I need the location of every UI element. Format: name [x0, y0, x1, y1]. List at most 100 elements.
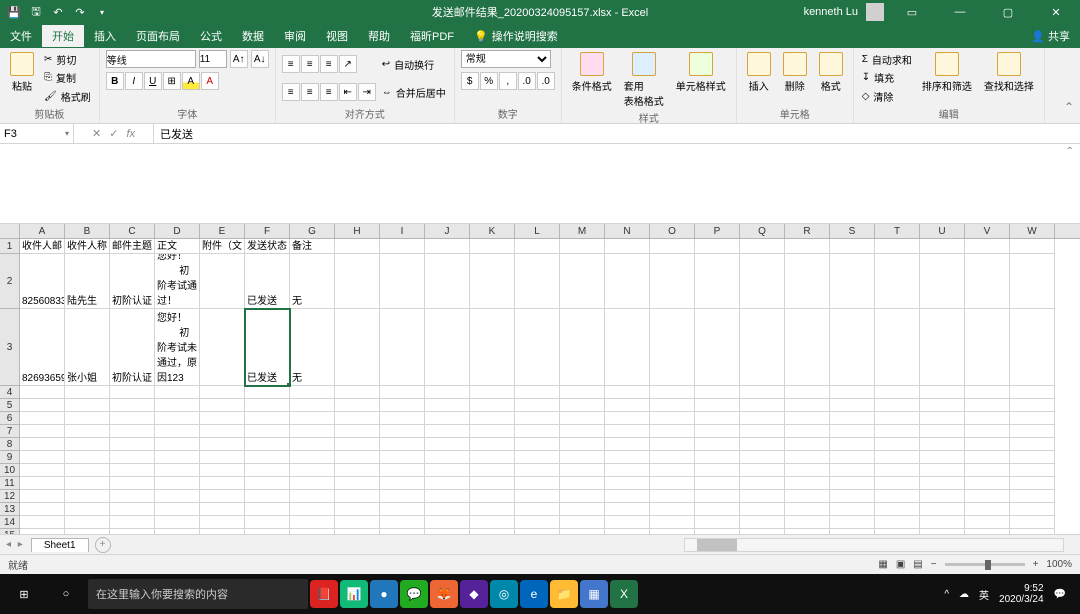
cell-F1[interactable]: 发送状态	[245, 239, 290, 254]
cell-K7[interactable]	[470, 425, 515, 438]
cell-K2[interactable]	[470, 254, 515, 309]
indent-inc-button[interactable]: ⇥	[358, 83, 376, 101]
cell-L8[interactable]	[515, 438, 560, 451]
cell-N14[interactable]	[605, 516, 650, 529]
align-center-button[interactable]: ≡	[301, 83, 319, 101]
row-header-3[interactable]: 3	[0, 309, 19, 386]
cell-N7[interactable]	[605, 425, 650, 438]
start-button[interactable]: ⊞	[4, 578, 44, 610]
cell-J4[interactable]	[425, 386, 470, 399]
cell-R1[interactable]	[785, 239, 830, 254]
cell-C13[interactable]	[110, 503, 155, 516]
cell-P3[interactable]	[695, 309, 740, 386]
task-app-2[interactable]: 📊	[340, 580, 368, 608]
cell-T4[interactable]	[875, 386, 920, 399]
cell-L2[interactable]	[515, 254, 560, 309]
cell-O8[interactable]	[650, 438, 695, 451]
cell-B2[interactable]: 陆先生	[65, 254, 110, 309]
cell-M12[interactable]	[560, 490, 605, 503]
cell-B7[interactable]	[65, 425, 110, 438]
cell-B3[interactable]: 张小姐	[65, 309, 110, 386]
cell-E2[interactable]	[200, 254, 245, 309]
cell-T7[interactable]	[875, 425, 920, 438]
cell-M3[interactable]	[560, 309, 605, 386]
cell-S1[interactable]	[830, 239, 875, 254]
cell-L4[interactable]	[515, 386, 560, 399]
cell-A5[interactable]	[20, 399, 65, 412]
cell-J11[interactable]	[425, 477, 470, 490]
cell-J9[interactable]	[425, 451, 470, 464]
cell-A3[interactable]: 82693659	[20, 309, 65, 386]
cell-P14[interactable]	[695, 516, 740, 529]
cell-N13[interactable]	[605, 503, 650, 516]
cell-E8[interactable]	[200, 438, 245, 451]
tray-clock[interactable]: 9:52 2020/3/24	[999, 583, 1044, 605]
cell-J2[interactable]	[425, 254, 470, 309]
cell-I7[interactable]	[380, 425, 425, 438]
cell-L5[interactable]	[515, 399, 560, 412]
cell-T1[interactable]	[875, 239, 920, 254]
cell-A2[interactable]: 82560833	[20, 254, 65, 309]
normal-view-icon[interactable]: ▦	[878, 559, 887, 570]
cell-U3[interactable]	[920, 309, 965, 386]
cell-L7[interactable]	[515, 425, 560, 438]
cell-G12[interactable]	[290, 490, 335, 503]
cell-I13[interactable]	[380, 503, 425, 516]
cell-V7[interactable]	[965, 425, 1010, 438]
cell-F9[interactable]	[245, 451, 290, 464]
row-header-9[interactable]: 9	[0, 451, 19, 464]
cell-D2[interactable]: 您好！ 初阶考试通过！	[155, 254, 200, 309]
cond-format-button[interactable]: 条件格式	[568, 50, 616, 95]
col-header-O[interactable]: O	[650, 224, 695, 238]
insert-cells-button[interactable]: 插入	[743, 50, 775, 95]
cell-H11[interactable]	[335, 477, 380, 490]
row-header-6[interactable]: 6	[0, 412, 19, 425]
close-icon[interactable]: ✕	[1036, 2, 1076, 22]
cell-D4[interactable]	[155, 386, 200, 399]
paste-button[interactable]: 粘贴	[6, 50, 38, 95]
cell-F7[interactable]	[245, 425, 290, 438]
qat-dropdown-icon[interactable]: ▾	[94, 4, 110, 20]
cell-B9[interactable]	[65, 451, 110, 464]
cell-Q2[interactable]	[740, 254, 785, 309]
cell-P11[interactable]	[695, 477, 740, 490]
cell-N8[interactable]	[605, 438, 650, 451]
cell-Q12[interactable]	[740, 490, 785, 503]
cell-F5[interactable]	[245, 399, 290, 412]
cell-R14[interactable]	[785, 516, 830, 529]
cell-G5[interactable]	[290, 399, 335, 412]
cell-L1[interactable]	[515, 239, 560, 254]
cell-F10[interactable]	[245, 464, 290, 477]
minimize-icon[interactable]: —	[940, 2, 980, 22]
cell-T11[interactable]	[875, 477, 920, 490]
tab-review[interactable]: 审阅	[274, 25, 316, 47]
cell-C12[interactable]	[110, 490, 155, 503]
cell-R2[interactable]	[785, 254, 830, 309]
cell-N3[interactable]	[605, 309, 650, 386]
cell-U8[interactable]	[920, 438, 965, 451]
cancel-edit-icon[interactable]: ✕	[92, 127, 101, 140]
cell-B5[interactable]	[65, 399, 110, 412]
cell-R12[interactable]	[785, 490, 830, 503]
orientation-button[interactable]: ↗	[339, 55, 357, 73]
cell-Q10[interactable]	[740, 464, 785, 477]
merge-center-button[interactable]: ⇔合并后居中	[380, 83, 448, 101]
tray-cloud-icon[interactable]: ☁	[959, 589, 969, 600]
task-app-1[interactable]: 📕	[310, 580, 338, 608]
cell-Q8[interactable]	[740, 438, 785, 451]
cell-J14[interactable]	[425, 516, 470, 529]
cell-A1[interactable]: 收件人邮	[20, 239, 65, 254]
cell-P7[interactable]	[695, 425, 740, 438]
cell-W4[interactable]	[1010, 386, 1055, 399]
maximize-icon[interactable]: ▢	[988, 2, 1028, 22]
table-format-button[interactable]: 套用 表格格式	[620, 50, 668, 110]
clear-button[interactable]: ◇清除	[860, 88, 914, 106]
cell-E12[interactable]	[200, 490, 245, 503]
cell-A8[interactable]	[20, 438, 65, 451]
row-header-12[interactable]: 12	[0, 490, 19, 503]
tab-formulas[interactable]: 公式	[190, 25, 232, 47]
cell-S13[interactable]	[830, 503, 875, 516]
cell-R6[interactable]	[785, 412, 830, 425]
collapse-ribbon-icon[interactable]: ⌃	[1064, 100, 1074, 114]
tab-home[interactable]: 开始	[42, 25, 84, 47]
